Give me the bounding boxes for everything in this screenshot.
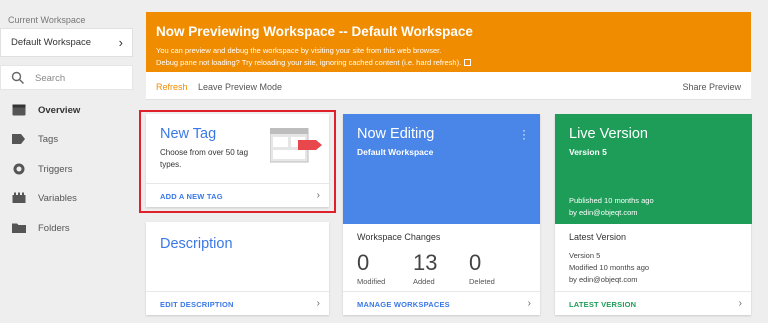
published-by: by edin@objeqt.com <box>569 208 638 217</box>
live-version-header: Live Version Version 5 Published 10 mont… <box>555 114 752 224</box>
workspace-changes-label: Workspace Changes <box>357 232 441 242</box>
chevron-right-icon[interactable]: › <box>317 190 320 201</box>
chevron-right-icon[interactable]: › <box>739 298 742 309</box>
sidebar-item-folders[interactable]: Folders <box>0 218 133 238</box>
live-version-number: Version 5 <box>569 147 607 157</box>
new-tag-title: New Tag <box>160 126 217 142</box>
description-title: Description <box>160 236 233 252</box>
tag-icon <box>12 134 25 144</box>
latest-version-modified: Modified 10 months ago <box>569 263 650 272</box>
latest-version-link[interactable]: LATEST VERSION <box>569 300 636 309</box>
published-time: Published 10 months ago <box>569 196 654 205</box>
preview-banner: Now Previewing Workspace -- Default Work… <box>146 12 751 72</box>
add-new-tag-link[interactable]: ADD A NEW TAG <box>160 192 223 201</box>
deleted-count: 0 <box>469 250 482 275</box>
external-link-icon[interactable] <box>464 59 472 66</box>
sidebar-item-label: Overview <box>38 105 81 116</box>
now-editing-card: Now Editing Default Workspace · · · Worksp… <box>343 114 540 315</box>
modified-label: Modified <box>357 277 386 286</box>
search-icon <box>11 71 24 84</box>
more-vert-icon[interactable]: · · · <box>522 124 526 144</box>
refresh-button[interactable]: Refresh <box>156 82 188 92</box>
new-tag-description: Choose from over 50 tag types. <box>160 148 249 169</box>
deleted-label: Deleted <box>469 277 495 286</box>
banner-title: Now Previewing Workspace -- Default Work… <box>156 24 473 39</box>
card-divider <box>555 291 751 292</box>
leave-preview-button[interactable]: Leave Preview Mode <box>198 82 282 92</box>
manage-workspaces-link[interactable]: MANAGE WORKSPACES <box>357 300 450 309</box>
chevron-right-icon[interactable]: › <box>317 298 320 309</box>
sidebar-item-label: Folders <box>38 223 70 234</box>
workspace-name: Default Workspace <box>11 37 92 48</box>
description-card: Description EDIT DESCRIPTION › <box>146 222 329 315</box>
live-version-card: Live Version Version 5 Published 10 mont… <box>555 114 752 315</box>
added-label: Added <box>413 277 435 286</box>
new-tag-card[interactable]: New Tag Choose from over 50 tag types. A… <box>146 114 329 207</box>
latest-version-title: Latest Version <box>569 232 627 242</box>
card-divider <box>343 291 540 292</box>
current-workspace-label: Current Workspace <box>8 15 86 25</box>
modified-count: 0 <box>357 250 370 275</box>
added-count: 13 <box>413 250 438 275</box>
latest-version-number: Version 5 <box>569 251 601 260</box>
edit-description-link[interactable]: EDIT DESCRIPTION <box>160 300 234 309</box>
sidebar-item-label: Tags <box>38 134 59 145</box>
live-version-title: Live Version <box>569 126 648 142</box>
trigger-icon <box>13 163 25 175</box>
sidebar-item-label: Variables <box>38 193 77 204</box>
sidebar-item-triggers[interactable]: Triggers <box>0 159 133 179</box>
now-editing-workspace: Default Workspace <box>357 147 434 157</box>
banner-hint-text: Debug pane not loading? Try reloading yo… <box>156 58 462 67</box>
sidebar-item-tags[interactable]: Tags <box>0 129 133 149</box>
share-preview-button[interactable]: Share Preview <box>682 82 741 92</box>
sidebar-item-variables[interactable]: Variables <box>0 188 133 208</box>
card-divider <box>146 183 329 184</box>
sidebar-item-label: Triggers <box>38 164 73 175</box>
latest-version-author: by edin@objeqt.com <box>569 275 638 284</box>
variables-icon <box>12 192 26 203</box>
banner-message: You can preview and debug the workspace … <box>156 46 442 55</box>
sidebar: Current Workspace Default Workspace › Se… <box>0 0 140 323</box>
now-editing-title: Now Editing <box>357 126 435 142</box>
chevron-right-icon: › <box>118 35 123 50</box>
workspace-selector[interactable]: Default Workspace › <box>0 28 133 57</box>
overview-icon <box>12 104 26 116</box>
sidebar-item-overview[interactable]: Overview <box>0 100 133 120</box>
banner-hint: Debug pane not loading? Try reloading yo… <box>156 58 472 67</box>
folder-icon <box>12 223 26 233</box>
chevron-right-icon[interactable]: › <box>528 298 531 309</box>
card-divider <box>146 291 329 292</box>
search-input[interactable]: Search <box>0 65 133 90</box>
banner-actions: Refresh Leave Preview Mode Share Preview <box>146 72 751 100</box>
tag-illustration-icon <box>270 128 322 163</box>
now-editing-header: Now Editing Default Workspace · · · <box>343 114 540 224</box>
search-placeholder: Search <box>35 73 66 84</box>
